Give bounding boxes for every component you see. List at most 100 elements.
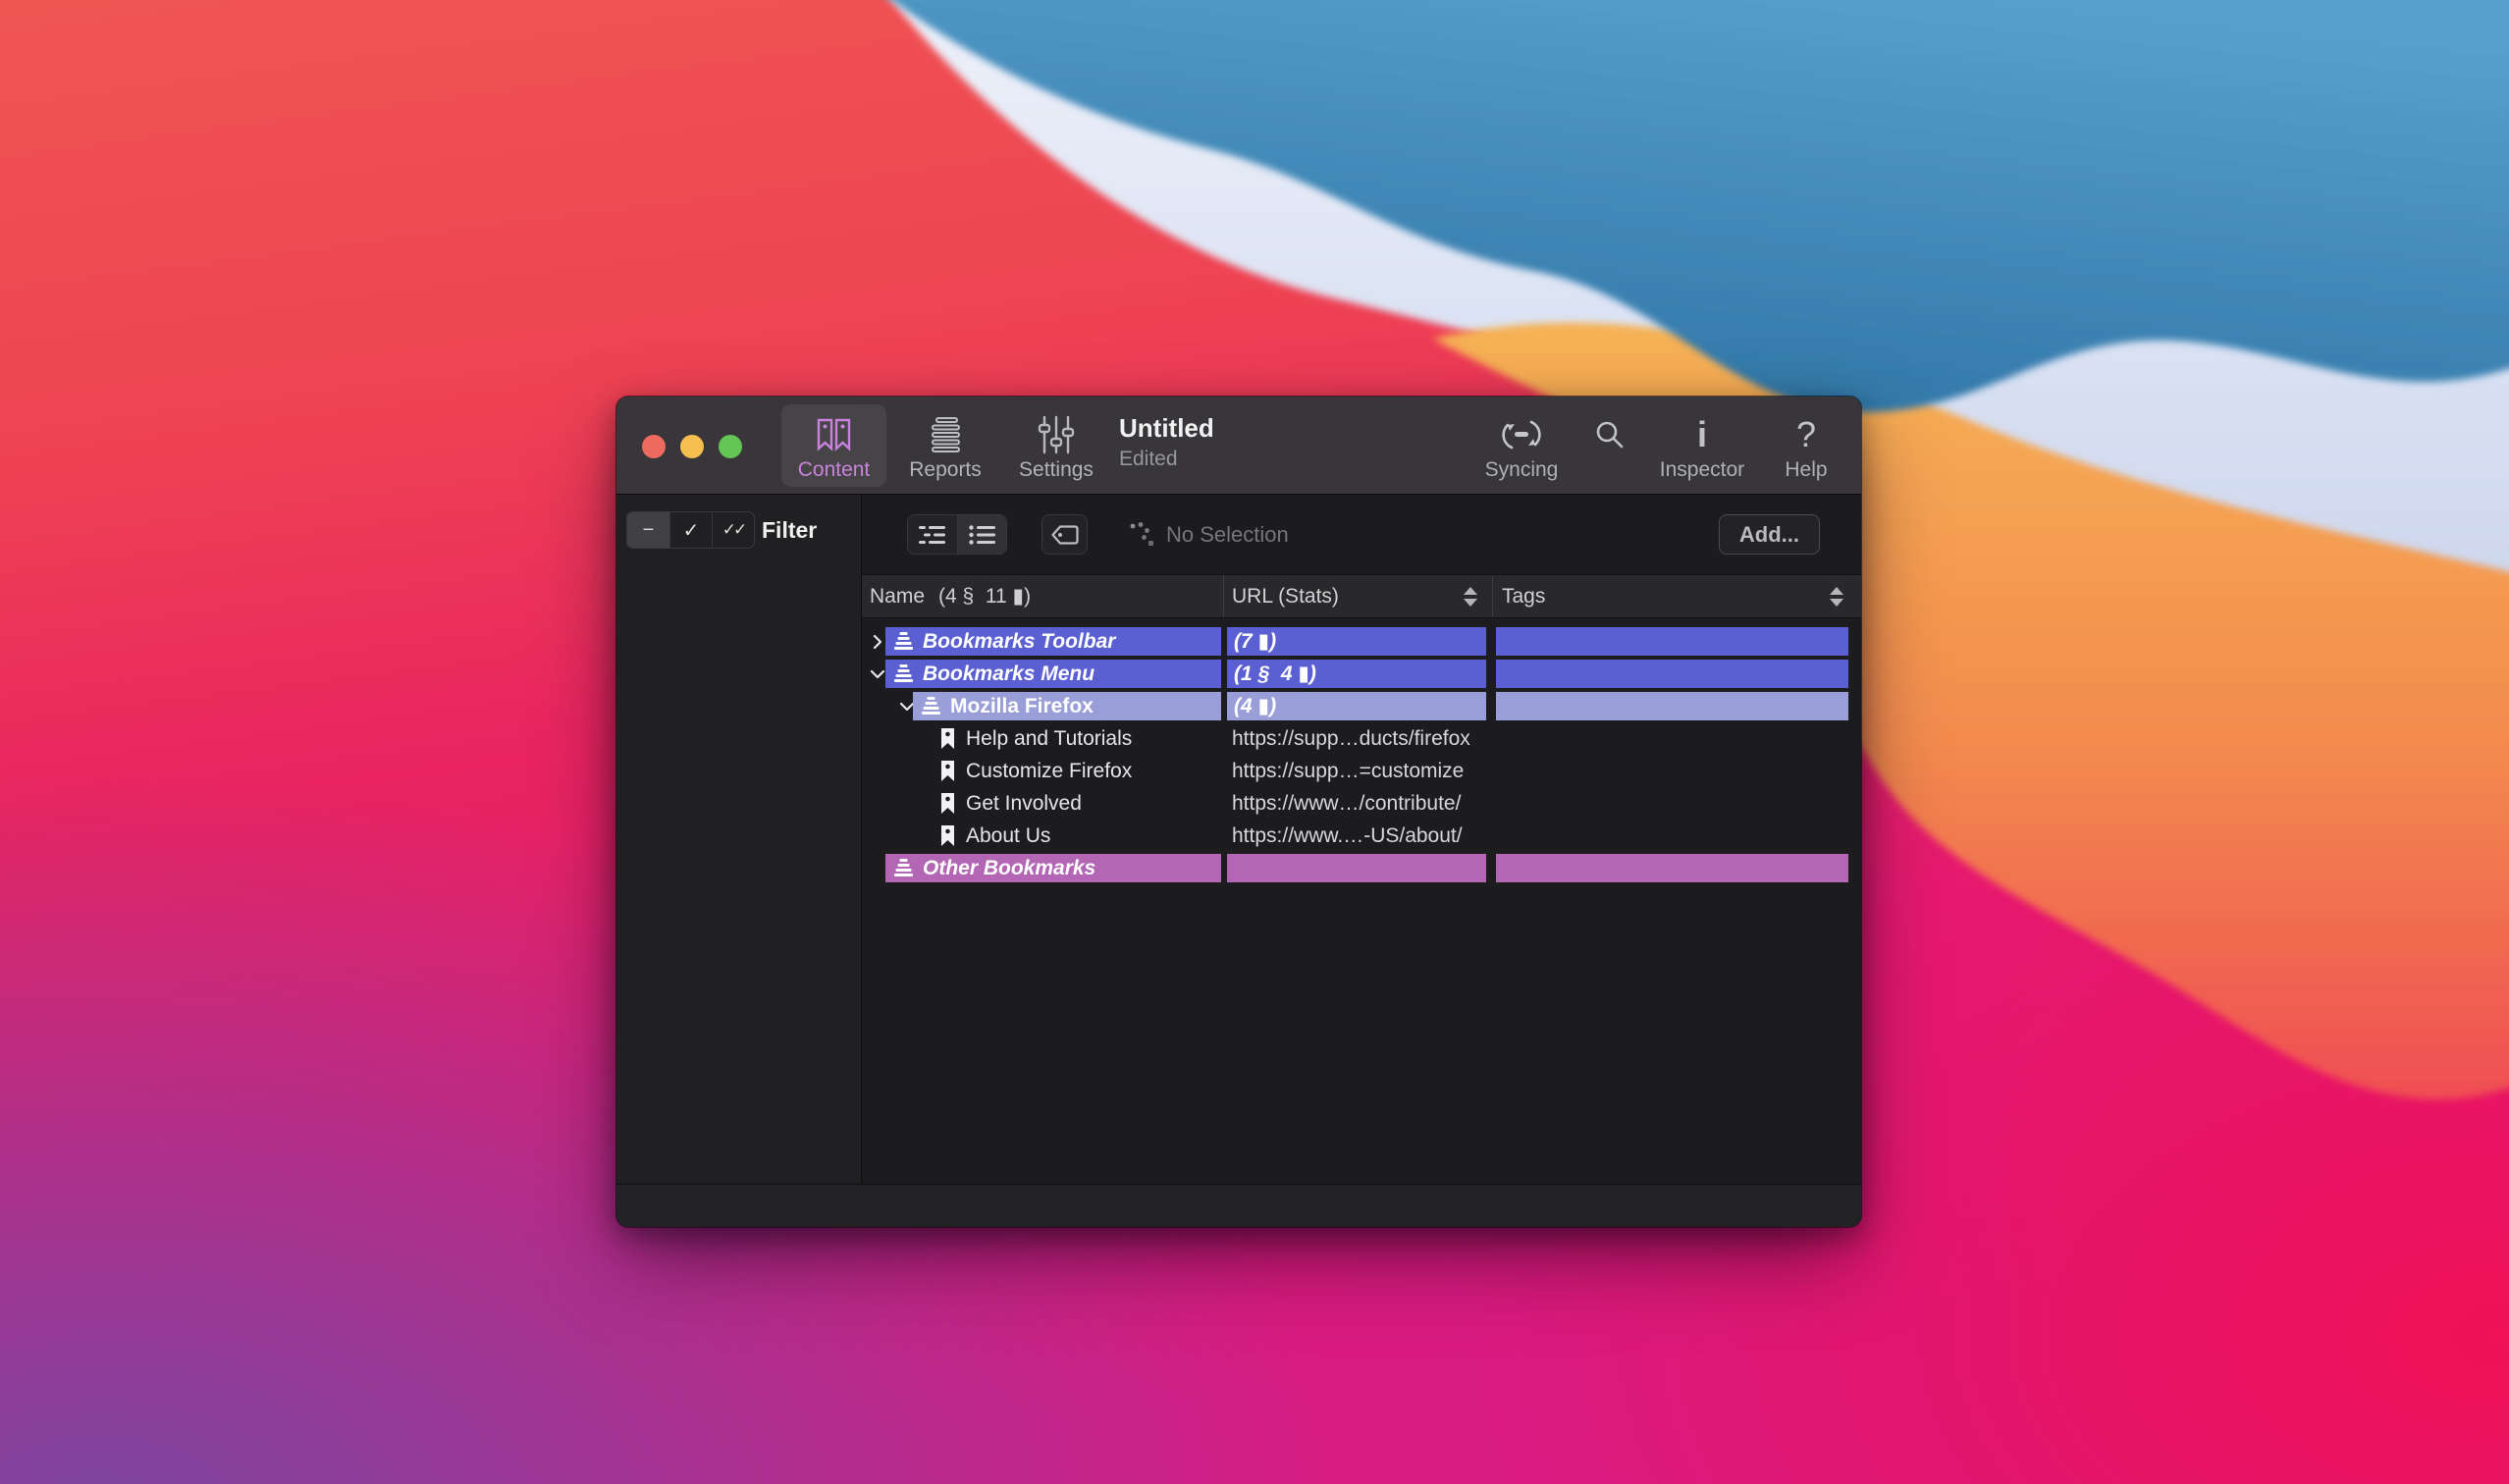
syncing-button[interactable]: Syncing xyxy=(1472,404,1571,487)
url-cell: (1 § 4 ▮) xyxy=(1227,660,1486,688)
filter-check-segment[interactable]: ✓ xyxy=(669,512,712,548)
table-row[interactable]: Bookmarks Menu (1 § 4 ▮) xyxy=(862,658,1861,690)
list-view-button[interactable] xyxy=(958,515,1007,554)
row-url: (1 § 4 ▮) xyxy=(1234,662,1316,686)
row-name: Customize Firefox xyxy=(966,760,1132,783)
row-url: https://supp…ducts/firefox xyxy=(1232,727,1470,751)
sliders-icon xyxy=(1038,412,1075,457)
tab-settings-label: Settings xyxy=(1019,458,1094,482)
tag-icon xyxy=(1051,525,1079,545)
window-controls xyxy=(642,435,742,458)
url-cell xyxy=(1227,854,1486,882)
row-name: Mozilla Firefox xyxy=(950,695,1094,718)
column-header-name[interactable]: Name (4 § 11 ▮) xyxy=(870,575,1031,617)
folder-stack-icon xyxy=(892,631,915,652)
folder-stack-icon xyxy=(920,696,942,716)
help-label: Help xyxy=(1785,458,1827,482)
filter-segmented-control: − ✓ ✓✓ xyxy=(626,511,755,549)
content-pane: No Selection Add... Name (4 § 11 ▮) URL … xyxy=(862,495,1861,1184)
row-name: Bookmarks Toolbar xyxy=(923,630,1115,654)
tab-content[interactable]: Content xyxy=(781,404,886,487)
tab-settings[interactable]: Settings xyxy=(1007,404,1105,487)
help-icon: ? xyxy=(1796,412,1816,457)
name-cell: Mozilla Firefox xyxy=(913,692,1221,720)
folder-stack-icon xyxy=(892,858,915,878)
url-cell: https://www.…-US/about/ xyxy=(1232,820,1463,852)
search-button[interactable] xyxy=(1585,404,1634,487)
close-button[interactable] xyxy=(642,435,666,458)
name-cell: Bookmarks Toolbar xyxy=(885,627,1221,656)
filter-double-check-segment[interactable]: ✓✓ xyxy=(712,512,754,548)
name-cell: Bookmarks Menu xyxy=(885,660,1221,688)
tab-reports-label: Reports xyxy=(909,458,982,482)
search-icon xyxy=(1594,412,1626,457)
tag-button[interactable] xyxy=(1041,514,1088,555)
table-row[interactable]: Help and Tutorials https://supp…ducts/fi… xyxy=(862,722,1861,755)
table-row[interactable]: Bookmarks Toolbar (7 ▮) xyxy=(862,625,1861,658)
minimize-button[interactable] xyxy=(680,435,704,458)
chevron-icon[interactable] xyxy=(870,634,885,650)
tags-cell xyxy=(1496,627,1848,656)
url-column-label: URL (Stats) xyxy=(1232,585,1339,609)
inspector-button[interactable]: i Inspector xyxy=(1653,404,1751,487)
bookmark-icon xyxy=(939,760,956,783)
chevron-icon[interactable] xyxy=(870,666,885,682)
row-name: Bookmarks Menu xyxy=(923,662,1094,686)
selection-path-icon xyxy=(1129,521,1156,549)
name-cell: Get Involved xyxy=(939,787,1082,820)
column-header-url[interactable]: URL (Stats) xyxy=(1232,575,1339,617)
row-name: Get Involved xyxy=(966,792,1082,816)
column-divider[interactable] xyxy=(1223,575,1224,617)
filter-bar: − ✓ ✓✓ Filter xyxy=(626,511,817,549)
syncing-label: Syncing xyxy=(1485,458,1559,482)
bullet-list-icon xyxy=(969,525,995,545)
sync-icon xyxy=(1500,412,1543,457)
row-url: https://www…/contribute/ xyxy=(1232,792,1461,816)
name-column-counts: (4 § 11 ▮) xyxy=(938,584,1031,609)
bookmarks-pair-icon xyxy=(814,412,855,457)
url-cell: (7 ▮) xyxy=(1227,627,1486,656)
name-cell: Customize Firefox xyxy=(939,755,1132,787)
url-cell: (4 ▮) xyxy=(1227,692,1486,720)
zoom-button[interactable] xyxy=(719,435,742,458)
column-header-tags[interactable]: Tags xyxy=(1502,575,1545,617)
name-column-label: Name xyxy=(870,585,925,609)
filter-none-segment[interactable]: − xyxy=(627,512,669,548)
url-cell: https://www…/contribute/ xyxy=(1232,787,1461,820)
actions-bar: No Selection Add... xyxy=(862,495,1861,574)
add-button[interactable]: Add... xyxy=(1719,514,1820,555)
table-row[interactable]: Mozilla Firefox (4 ▮) xyxy=(862,690,1861,722)
table-row[interactable]: About Us https://www.…-US/about/ xyxy=(862,820,1861,852)
table-row[interactable]: Other Bookmarks xyxy=(862,852,1861,884)
tags-column-label: Tags xyxy=(1502,585,1545,609)
inspector-label: Inspector xyxy=(1660,458,1744,482)
table-rows: Bookmarks Toolbar (7 ▮) Bookmarks Menu xyxy=(862,625,1861,884)
row-name: About Us xyxy=(966,824,1050,848)
column-divider[interactable] xyxy=(1492,575,1493,617)
row-name: Help and Tutorials xyxy=(966,727,1132,751)
add-button-label: Add... xyxy=(1739,522,1799,548)
filter-label: Filter xyxy=(762,517,817,544)
tab-reports[interactable]: Reports xyxy=(896,404,994,487)
table-row[interactable]: Customize Firefox https://supp…=customiz… xyxy=(862,755,1861,787)
folder-stack-icon xyxy=(892,663,915,684)
tags-cell xyxy=(1496,660,1848,688)
tags-cell xyxy=(1496,854,1848,882)
window-body: − ✓ ✓✓ Filter xyxy=(616,495,1861,1184)
selection-status: No Selection xyxy=(1129,514,1289,555)
help-button[interactable]: ? Help xyxy=(1767,404,1845,487)
desktop: Content Reports xyxy=(0,0,2509,1484)
double-check-icon: ✓✓ xyxy=(722,520,745,540)
tags-cell xyxy=(1496,692,1848,720)
window-title-block: Untitled Edited xyxy=(1119,413,1214,471)
table-row[interactable]: Get Involved https://www…/contribute/ xyxy=(862,787,1861,820)
url-sort-arrows-icon xyxy=(1464,587,1477,607)
name-cell: Help and Tutorials xyxy=(939,722,1132,755)
outline-list-icon xyxy=(919,525,945,545)
outline-view-button[interactable] xyxy=(908,515,958,554)
window-title: Untitled xyxy=(1119,413,1214,444)
tab-content-label: Content xyxy=(798,458,871,482)
bookmark-icon xyxy=(939,824,956,848)
table-header: Name (4 § 11 ▮) URL (Stats) Tags xyxy=(862,574,1861,618)
name-cell: Other Bookmarks xyxy=(885,854,1221,882)
